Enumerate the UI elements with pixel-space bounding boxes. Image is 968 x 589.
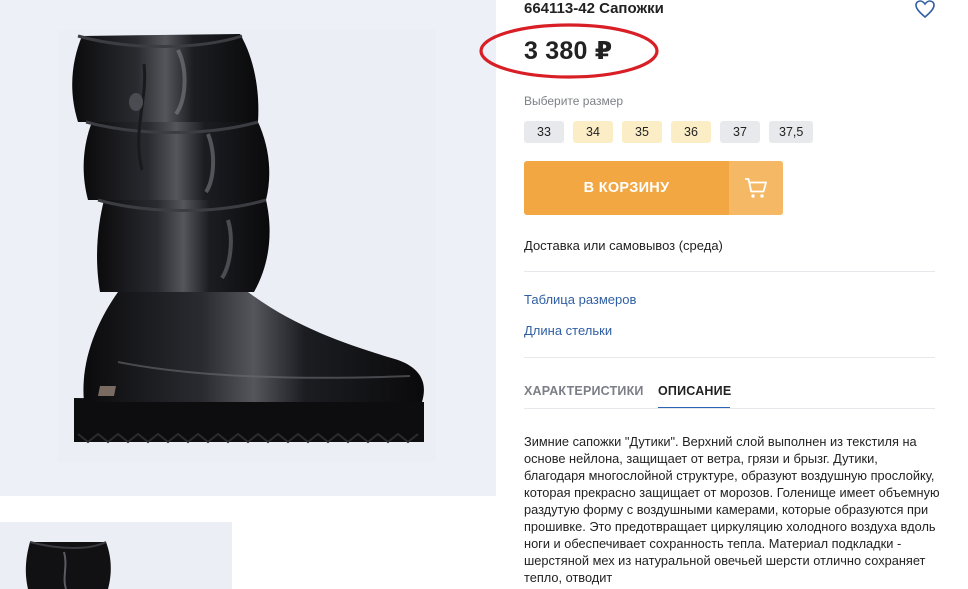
tab-characteristics[interactable]: ХАРАКТЕРИСТИКИ	[524, 384, 644, 398]
add-to-cart-label: В КОРЗИНУ	[583, 180, 670, 196]
divider	[524, 271, 935, 272]
shopping-cart-icon	[745, 178, 767, 198]
size-option-36[interactable]: 36	[671, 121, 711, 143]
size-table-link[interactable]: Таблица размеров	[524, 292, 636, 307]
add-to-cart-button[interactable]: В КОРЗИНУ	[524, 161, 783, 215]
size-select-label: Выберите размер	[524, 94, 624, 108]
size-option-34[interactable]: 34	[573, 121, 613, 143]
main-product-photo[interactable]	[58, 30, 436, 462]
tab-description[interactable]: ОПИСАНИЕ	[658, 384, 731, 398]
size-option-37-5[interactable]: 37,5	[769, 121, 814, 143]
divider	[524, 357, 935, 358]
product-tabs: ХАРАКТЕРИСТИКИ ОПИСАНИЕ	[524, 384, 935, 409]
product-description: Зимние сапожки "Дутики". Верхний слой вы…	[524, 434, 940, 585]
price-highlight-ellipse	[479, 23, 659, 79]
cart-icon-area	[729, 161, 783, 215]
gallery-fade	[232, 496, 532, 589]
size-option-35[interactable]: 35	[622, 121, 662, 143]
insole-length-link[interactable]: Длина стельки	[524, 323, 612, 338]
size-option-37[interactable]: 37	[720, 121, 760, 143]
size-option-33[interactable]: 33	[524, 121, 564, 143]
heart-icon[interactable]	[914, 0, 936, 20]
product-title: 664113-42 Сапожки	[524, 0, 664, 17]
divider	[524, 408, 935, 409]
boot-thumbnail-image	[25, 541, 111, 589]
gallery-thumbnail[interactable]	[0, 522, 232, 589]
size-options: 33 34 35 36 37 37,5	[524, 121, 814, 143]
delivery-info: Доставка или самовывоз (среда)	[524, 238, 723, 253]
boot-image	[72, 34, 424, 444]
